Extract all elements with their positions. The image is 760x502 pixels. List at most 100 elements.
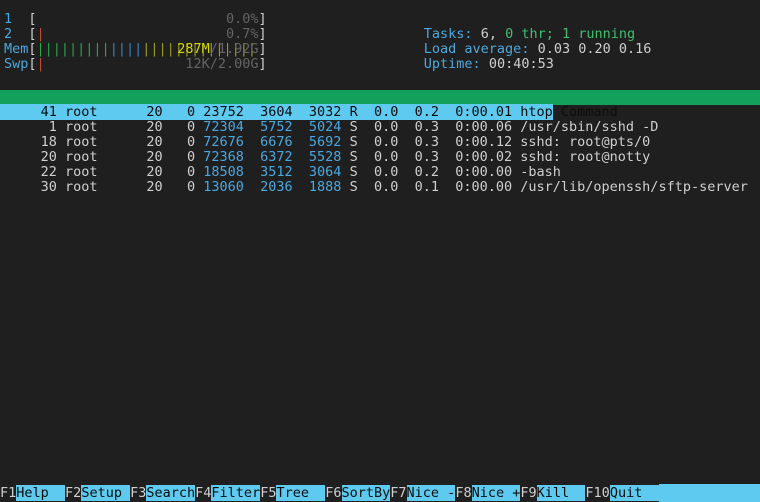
meter-bracket-open: [ <box>28 11 37 27</box>
cell-shr: 5024 <box>300 119 342 135</box>
cell-gap-2 <box>244 104 252 120</box>
cell-gap-2 <box>244 164 252 180</box>
meter-bracket-open: [ <box>28 26 37 42</box>
function-key-f8[interactable]: F8 <box>455 485 472 501</box>
cell-cpu: 0.0 <box>357 179 399 195</box>
cell-pid: 41 <box>0 104 57 120</box>
process-row[interactable]: 20 root 20 0 72368 6372 5528 S 0.0 0.3 0… <box>0 150 760 165</box>
load-average-values: 0.03 0.20 0.16 <box>537 41 652 57</box>
function-label-filter[interactable]: Filter <box>211 485 261 501</box>
function-key-f3[interactable]: F3 <box>130 485 147 501</box>
cell-time: 0:00.00 <box>438 179 513 195</box>
cell-cpu: 0.0 <box>357 149 399 165</box>
meter-bar-cpu-1: 0.0% <box>37 12 259 27</box>
process-row[interactable]: 22 root 20 0 18508 3512 3064 S 0.0 0.2 0… <box>0 165 760 180</box>
tasks-separator: , <box>488 26 506 42</box>
meter-swap: Swp[| 12K/2.00G] <box>4 57 267 72</box>
meter-bracket-close: ] <box>258 26 267 42</box>
cell-shr: 1888 <box>300 179 342 195</box>
cell-state: S <box>341 119 358 135</box>
tasks-line: Tasks: 6, 0 thr; 1 running <box>375 12 760 42</box>
process-row[interactable]: 41 root 20 0 23752 3604 3032 R 0.0 0.2 0… <box>0 104 760 120</box>
cell-gap-1 <box>195 164 203 180</box>
meter-label-swap: Swp <box>4 56 29 72</box>
process-row-cells: 1 root 20 0 72304 5752 5024 S 0.0 0.3 0:… <box>0 119 659 135</box>
cell-mem: 0.2 <box>398 164 439 180</box>
cell-pri: 20 <box>138 119 163 135</box>
process-row-cells: 41 root 20 0 23752 3604 3032 R 0.0 0.2 0… <box>0 104 553 120</box>
function-label-help[interactable]: Help <box>16 485 66 501</box>
cell-state: R <box>341 104 358 120</box>
threads-count: 0 <box>505 26 514 42</box>
tasks-count: 6 <box>480 26 489 42</box>
function-label-sortby[interactable]: SortBy <box>341 485 391 501</box>
cell-pri: 20 <box>138 149 163 165</box>
function-key-f9[interactable]: F9 <box>520 485 537 501</box>
cell-cpu: 0.0 <box>357 134 399 150</box>
cell-time: 0:00.12 <box>438 134 513 150</box>
meter-bar-memory: |||||||||||||||||||||||||||||||287M/1.92… <box>37 42 259 57</box>
meter-bracket-open: [ <box>28 41 37 57</box>
function-label-search[interactable]: Search <box>146 485 196 501</box>
meter-segment-red: | <box>36 57 45 72</box>
cell-res: 2036 <box>252 179 293 195</box>
cell-pri: 20 <box>138 134 163 150</box>
function-key-f5[interactable]: F5 <box>260 485 277 501</box>
process-row[interactable]: 30 root 20 0 13060 2036 1888 S 0.0 0.1 0… <box>0 180 760 195</box>
function-key-bar[interactable]: F1Help F2Setup F3SearchF4FilterF5Tree F6… <box>0 484 760 502</box>
meter-segment-red: | <box>36 27 45 42</box>
process-list[interactable]: 41 root 20 0 23752 3604 3032 R 0.0 0.2 0… <box>0 104 760 195</box>
cell-gap-1 <box>195 179 203 195</box>
meter-value-total: /1.92G <box>209 42 259 57</box>
process-row[interactable]: 18 root 20 0 72676 6676 5692 S 0.0 0.3 0… <box>0 135 760 150</box>
cell-shr: 3064 <box>300 164 342 180</box>
cell-user: root <box>56 119 139 135</box>
cell-virt: 23752 <box>203 104 244 120</box>
function-key-f1[interactable]: F1 <box>0 485 17 501</box>
tasks-label: Tasks: <box>423 26 481 42</box>
function-key-f2[interactable]: F2 <box>65 485 82 501</box>
function-label-quit[interactable]: Quit <box>609 485 659 501</box>
meter-cpu-2: 2 [| 0.7%] <box>4 27 267 42</box>
process-table-header[interactable]: PID USER PRI NI VIRT RES SHR S CPU% MEM%… <box>0 90 760 120</box>
process-row-cells: 20 root 20 0 72368 6372 5528 S 0.0 0.3 0… <box>0 149 651 165</box>
function-key-f6[interactable]: F6 <box>325 485 342 501</box>
cell-gap-1 <box>195 119 203 135</box>
cell-gap-2 <box>244 134 252 150</box>
function-label-setup[interactable]: Setup <box>81 485 131 501</box>
cell-res: 6676 <box>252 134 293 150</box>
cell-gap-2 <box>244 119 252 135</box>
cell-state: S <box>341 134 358 150</box>
load-average-label: Load average: <box>423 41 538 57</box>
cell-state: S <box>341 149 358 165</box>
function-key-f4[interactable]: F4 <box>195 485 212 501</box>
cell-res: 6372 <box>252 149 293 165</box>
cell-time: 0:00.06 <box>438 119 513 135</box>
function-key-f7[interactable]: F7 <box>390 485 407 501</box>
meter-label-memory: Mem <box>4 41 29 57</box>
cell-mem: 0.2 <box>398 104 439 120</box>
cell-cpu: 0.0 <box>357 119 399 135</box>
cell-gap-1 <box>195 149 203 165</box>
cell-res: 5752 <box>252 119 293 135</box>
function-label-tree[interactable]: Tree <box>276 485 326 501</box>
cell-shr: 5692 <box>300 134 342 150</box>
meter-memory: Mem[|||||||||||||||||||||||||||||||287M/… <box>4 42 267 57</box>
cell-ni: 0 <box>162 149 196 165</box>
meter-label-cpu-1: 1 <box>4 11 29 27</box>
running-count: 1 <box>562 26 571 42</box>
cell-ni: 0 <box>162 134 196 150</box>
cell-pid: 20 <box>0 149 57 165</box>
cell-shr: 5528 <box>300 149 342 165</box>
meter-value-cpu-1: 0.0% <box>226 12 259 27</box>
threads-label: thr; <box>513 26 563 42</box>
cell-virt: 18508 <box>203 164 244 180</box>
function-key-f10[interactable]: F10 <box>585 485 610 501</box>
cell-pri: 20 <box>138 164 163 180</box>
function-label-nice[interactable]: Nice + <box>471 485 521 501</box>
meter-value-cpu-2: 0.7% <box>226 27 259 42</box>
process-row[interactable]: 1 root 20 0 72304 5752 5024 S 0.0 0.3 0:… <box>0 120 760 135</box>
function-label-kill[interactable]: Kill <box>536 485 586 501</box>
function-label-nice[interactable]: Nice - <box>406 485 456 501</box>
meter-value-used: 287M <box>177 42 210 57</box>
